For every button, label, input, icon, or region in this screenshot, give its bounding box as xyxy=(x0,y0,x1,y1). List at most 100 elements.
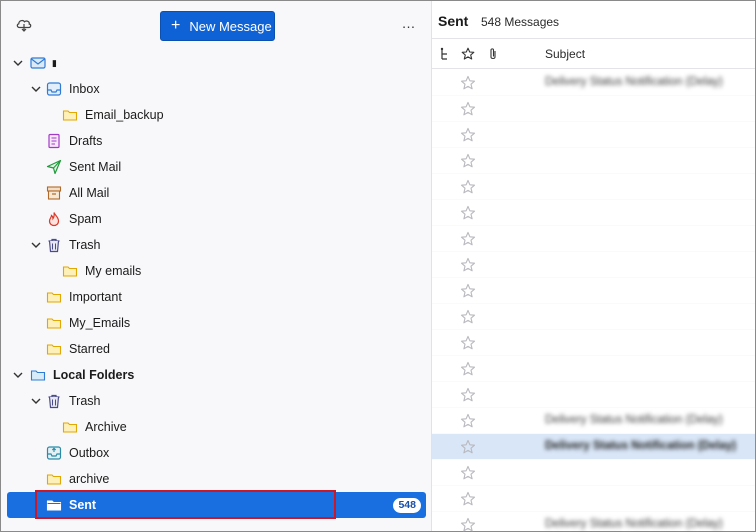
folder-drafts[interactable]: Drafts xyxy=(1,128,432,154)
chevron-down-icon[interactable] xyxy=(30,395,42,407)
folder-label: My emails xyxy=(85,264,142,278)
folder-label: archive xyxy=(69,472,110,486)
more-options-button[interactable]: … xyxy=(401,15,417,33)
folder-my-emails[interactable]: My emails xyxy=(1,258,432,284)
message-row[interactable] xyxy=(432,174,755,200)
drafts-icon xyxy=(48,133,60,149)
star-icon[interactable] xyxy=(460,387,476,403)
folder-my-emails-2[interactable]: My_Emails xyxy=(1,310,432,336)
folder-pane: + New Message … ▮ Inbox Email_backup Dra… xyxy=(1,1,432,531)
folder-icon xyxy=(46,292,62,303)
star-icon[interactable] xyxy=(460,231,476,247)
message-row[interactable] xyxy=(432,96,755,122)
message-row[interactable]: Delivery Status Notification (Delay) xyxy=(432,434,755,460)
message-row[interactable]: Delivery Status Notification (Delay) xyxy=(432,512,755,532)
star-icon[interactable] xyxy=(460,413,476,429)
message-row[interactable] xyxy=(432,382,755,408)
chevron-down-icon[interactable] xyxy=(30,83,42,95)
mail-account-icon xyxy=(30,57,46,69)
star-icon[interactable] xyxy=(460,179,476,195)
new-message-button[interactable]: + New Message xyxy=(160,11,275,41)
star-icon[interactable] xyxy=(460,75,476,91)
folder-label: Local Folders xyxy=(53,368,135,382)
star-icon[interactable] xyxy=(460,517,476,532)
message-list: Delivery Status Notification (Delay) Deli… xyxy=(432,70,755,532)
message-row[interactable]: Delivery Status Notification (Delay) xyxy=(432,70,755,96)
local-folders-icon xyxy=(30,370,46,381)
inbox-icon xyxy=(46,82,62,96)
folder-label: Email_backup xyxy=(85,108,164,122)
star-icon[interactable] xyxy=(460,439,476,455)
message-row[interactable] xyxy=(432,356,755,382)
folder-label: Archive xyxy=(85,420,127,434)
folder-label: My_Emails xyxy=(69,316,131,330)
mail-window: + New Message … ▮ Inbox Email_backup Dra… xyxy=(0,0,756,532)
folder-local-trash[interactable]: Trash xyxy=(1,388,432,414)
folder-icon xyxy=(46,344,62,355)
folder-inbox[interactable]: Inbox xyxy=(1,76,432,102)
folder-outbox[interactable]: Outbox xyxy=(1,440,432,466)
folder-label: Sent xyxy=(69,498,97,512)
folder-local-folders[interactable]: Local Folders xyxy=(1,362,432,388)
folder-tree: ▮ Inbox Email_backup Drafts Sent Mail Al… xyxy=(1,50,432,518)
star-icon[interactable] xyxy=(460,309,476,325)
folder-label: Outbox xyxy=(69,446,110,460)
star-icon[interactable] xyxy=(460,491,476,507)
message-row[interactable] xyxy=(432,226,755,252)
folder-label: Spam xyxy=(69,212,102,226)
star-icon[interactable] xyxy=(460,283,476,299)
star-icon[interactable] xyxy=(460,127,476,143)
message-row[interactable]: Delivery Status Notification (Delay) xyxy=(432,408,755,434)
sync-cloud-icon[interactable] xyxy=(15,15,33,33)
star-icon[interactable] xyxy=(460,101,476,117)
star-icon[interactable] xyxy=(460,153,476,169)
thread-column-icon[interactable] xyxy=(438,47,452,61)
folder-sent[interactable]: Sent 548 xyxy=(7,492,426,518)
message-row[interactable] xyxy=(432,200,755,226)
message-row[interactable] xyxy=(432,252,755,278)
subject-column-header[interactable]: Subject xyxy=(545,47,585,61)
folder-label: Important xyxy=(69,290,122,304)
star-column-icon[interactable] xyxy=(461,47,475,61)
message-row[interactable] xyxy=(432,486,755,512)
chevron-down-icon[interactable] xyxy=(30,239,42,251)
folder-trash[interactable]: Trash xyxy=(1,232,432,258)
chevron-down-icon[interactable] xyxy=(12,369,24,381)
folder-important[interactable]: Important xyxy=(1,284,432,310)
folder-icon xyxy=(62,266,78,277)
message-subject: Delivery Status Notification (Delay) xyxy=(545,76,723,88)
folder-pane-header: + New Message … xyxy=(1,1,431,49)
star-icon[interactable] xyxy=(460,465,476,481)
folder-archive[interactable]: Archive xyxy=(1,414,432,440)
trash-icon xyxy=(48,238,60,253)
attachment-column-icon[interactable] xyxy=(486,47,500,61)
folder-label: Starred xyxy=(69,342,110,356)
star-icon[interactable] xyxy=(460,205,476,221)
folder-label: Inbox xyxy=(69,82,100,96)
message-subject: Delivery Status Notification (Delay) xyxy=(545,440,737,452)
folder-spam[interactable]: Spam xyxy=(1,206,432,232)
star-icon[interactable] xyxy=(460,361,476,377)
folder-all-mail[interactable]: All Mail xyxy=(1,180,432,206)
archive-box-icon xyxy=(46,186,62,200)
folder-sent-mail[interactable]: Sent Mail xyxy=(1,154,432,180)
star-icon[interactable] xyxy=(460,335,476,351)
flame-icon xyxy=(48,212,60,227)
chevron-down-icon[interactable] xyxy=(12,57,24,69)
star-icon[interactable] xyxy=(460,257,476,273)
folder-starred[interactable]: Starred xyxy=(1,336,432,362)
folder-email-backup[interactable]: Email_backup xyxy=(1,102,432,128)
message-row[interactable] xyxy=(432,330,755,356)
folder-icon xyxy=(46,474,62,485)
message-row[interactable] xyxy=(432,148,755,174)
folder-account[interactable]: ▮ xyxy=(1,50,432,76)
message-row[interactable] xyxy=(432,304,755,330)
plus-icon: + xyxy=(171,17,181,34)
folder-icon xyxy=(62,422,78,433)
message-row[interactable] xyxy=(432,278,755,304)
message-row[interactable] xyxy=(432,122,755,148)
folder-icon xyxy=(62,110,78,121)
message-row[interactable] xyxy=(432,460,755,486)
folder-label: Trash xyxy=(69,238,101,252)
folder-archive-lower[interactable]: archive xyxy=(1,466,432,492)
